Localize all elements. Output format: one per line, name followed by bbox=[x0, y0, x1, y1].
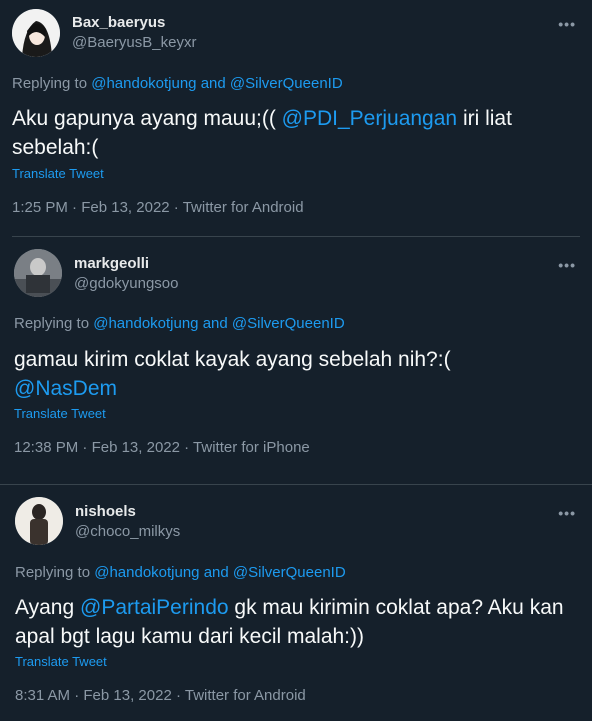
username[interactable]: @choco_milkys bbox=[75, 523, 180, 540]
tweet-text-part: gamau kirim coklat kayak ayang sebelah n… bbox=[14, 348, 451, 371]
tweet-date[interactable]: Feb 13, 2022 bbox=[92, 439, 180, 456]
reply-mention-link[interactable]: @SilverQueenID bbox=[232, 315, 345, 332]
replying-to-label: Replying to bbox=[15, 564, 95, 581]
tweet-meta: 12:38 PM · Feb 13, 2022 · Twitter for iP… bbox=[14, 439, 310, 456]
tweet-source: Twitter for Android bbox=[182, 199, 304, 216]
tweet-text: Ayang @PartaiPerindo gk mau kirimin cokl… bbox=[15, 593, 575, 651]
avatar-image bbox=[15, 497, 63, 545]
reply-and-text: and bbox=[196, 75, 230, 92]
tweet[interactable]: nishoels @choco_milkys ••• Replying to @… bbox=[0, 485, 592, 721]
tweet-text-part: Aku gapunya ayang mauu;(( bbox=[12, 107, 282, 130]
replying-to: Replying to @handokotjung and @SilverQue… bbox=[14, 315, 345, 332]
tweet[interactable]: markgeolli @gdokyungsoo ••• Replying to … bbox=[0, 237, 592, 485]
avatar[interactable] bbox=[14, 249, 62, 297]
meta-separator: · bbox=[179, 439, 194, 456]
meta-separator: · bbox=[67, 199, 82, 216]
reply-mention-link[interactable]: @handokotjung bbox=[93, 315, 198, 332]
translate-tweet-link[interactable]: Translate Tweet bbox=[12, 166, 104, 181]
tweet[interactable]: Bax_baeryus @BaeryusB_keyxr ••• Replying… bbox=[0, 0, 592, 236]
mention-link[interactable]: @PartaiPerindo bbox=[80, 596, 229, 619]
reply-mention-link[interactable]: @handokotjung bbox=[94, 564, 199, 581]
tweet-meta: 1:25 PM · Feb 13, 2022 · Twitter for And… bbox=[12, 199, 304, 216]
replying-to-label: Replying to bbox=[14, 315, 94, 332]
tweet-time[interactable]: 12:38 PM bbox=[14, 439, 78, 456]
tweet-text: Aku gapunya ayang mauu;(( @PDI_Perjuanga… bbox=[12, 104, 572, 162]
translate-tweet-link[interactable]: Translate Tweet bbox=[14, 406, 106, 421]
username[interactable]: @gdokyungsoo bbox=[74, 275, 178, 292]
replying-to-label: Replying to bbox=[12, 75, 92, 92]
tweet-date[interactable]: Feb 13, 2022 bbox=[83, 687, 171, 704]
more-icon[interactable]: ••• bbox=[558, 505, 576, 521]
avatar-image bbox=[12, 9, 60, 57]
tweet-text-part: Ayang bbox=[15, 596, 80, 619]
username[interactable]: @BaeryusB_keyxr bbox=[72, 34, 196, 51]
reply-mention-link[interactable]: @SilverQueenID bbox=[233, 564, 346, 581]
tweet-source: Twitter for Android bbox=[184, 687, 306, 704]
tweet-source: Twitter for iPhone bbox=[193, 439, 310, 456]
display-name[interactable]: nishoels bbox=[75, 503, 136, 520]
mention-link[interactable]: @NasDem bbox=[14, 377, 117, 400]
tweet-date[interactable]: Feb 13, 2022 bbox=[81, 199, 169, 216]
translate-tweet-link[interactable]: Translate Tweet bbox=[15, 654, 107, 669]
meta-separator: · bbox=[70, 687, 84, 704]
avatar[interactable] bbox=[15, 497, 63, 545]
tweet-time[interactable]: 8:31 AM bbox=[15, 687, 70, 704]
reply-and-text: and bbox=[198, 315, 232, 332]
more-icon[interactable]: ••• bbox=[558, 257, 576, 273]
replying-to: Replying to @handokotjung and @SilverQue… bbox=[12, 75, 343, 92]
tweet-meta: 8:31 AM · Feb 13, 2022 · Twitter for And… bbox=[15, 687, 306, 704]
avatar-image bbox=[14, 249, 62, 297]
tweet-time[interactable]: 1:25 PM bbox=[12, 199, 68, 216]
display-name[interactable]: Bax_baeryus bbox=[72, 14, 165, 31]
reply-mention-link[interactable]: @handokotjung bbox=[91, 75, 196, 92]
meta-separator: · bbox=[169, 199, 183, 216]
display-name[interactable]: markgeolli bbox=[74, 255, 149, 272]
meta-separator: · bbox=[78, 439, 92, 456]
more-icon[interactable]: ••• bbox=[558, 16, 576, 32]
reply-mention-link[interactable]: @SilverQueenID bbox=[230, 75, 343, 92]
replying-to: Replying to @handokotjung and @SilverQue… bbox=[15, 564, 346, 581]
reply-and-text: and bbox=[199, 564, 233, 581]
mention-link[interactable]: @PDI_Perjuangan bbox=[282, 107, 457, 130]
tweet-text: gamau kirim coklat kayak ayang sebelah n… bbox=[14, 345, 574, 403]
meta-separator: · bbox=[171, 687, 185, 704]
avatar[interactable] bbox=[12, 9, 60, 57]
